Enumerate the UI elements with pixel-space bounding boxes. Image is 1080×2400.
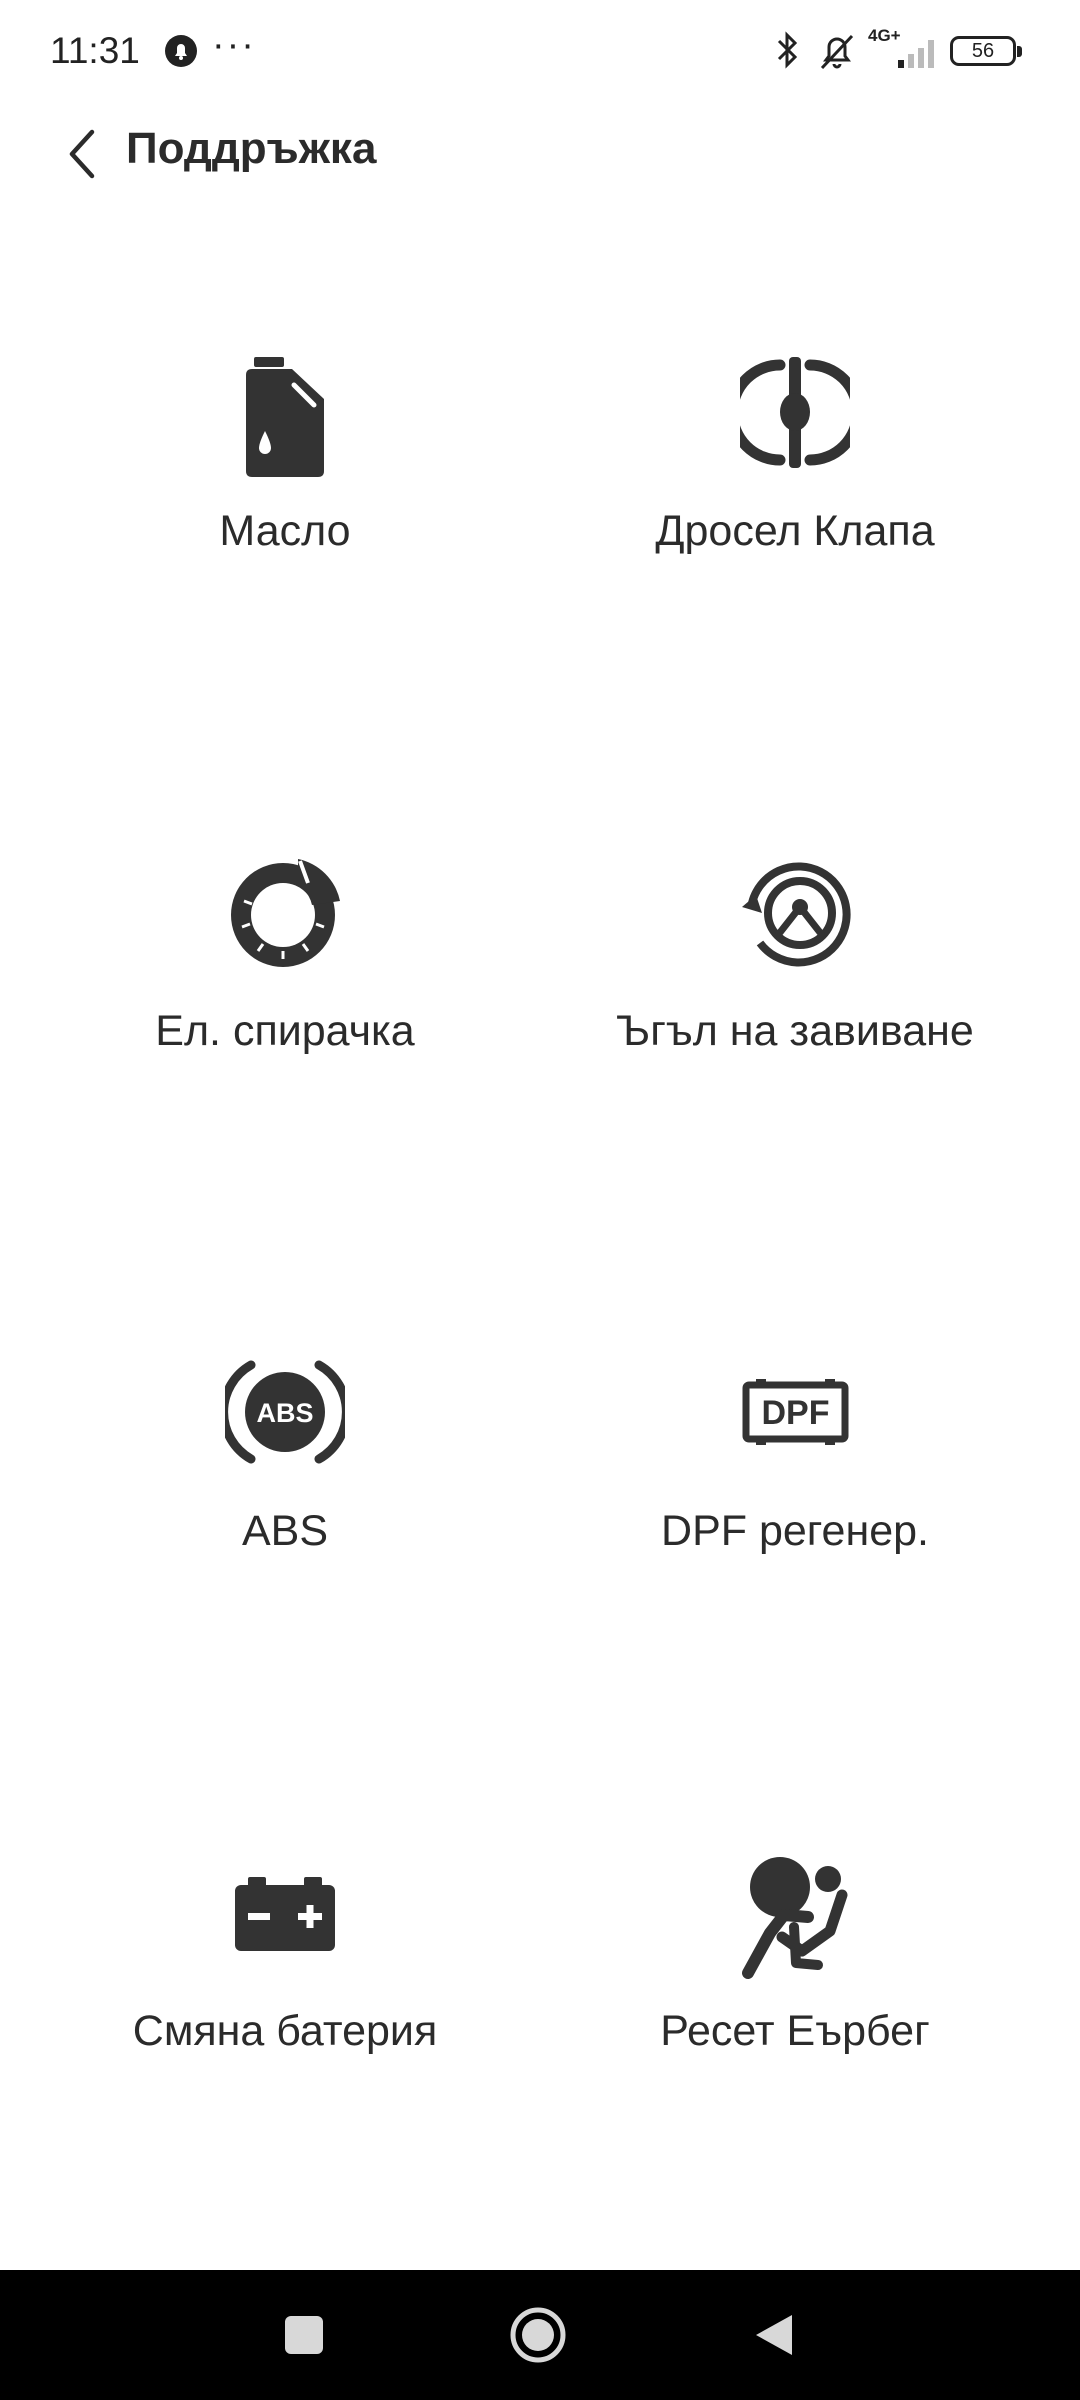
tile-airbag-reset[interactable]: Ресет Еърбег [560, 1855, 1030, 2155]
tile-label: Ресет Еърбег [660, 2007, 930, 2055]
tile-label: Ел. спирачка [155, 1007, 415, 1055]
electric-brake-icon [230, 859, 340, 967]
airbag-icon [741, 1857, 847, 1979]
home-circle-icon[interactable] [508, 2305, 568, 2365]
battery-icon [235, 1877, 335, 1951]
status-time: 11:31 [50, 30, 140, 71]
more-notifications-icon: ··· [212, 24, 256, 66]
tile-label: Дросел Клапа [655, 507, 935, 555]
tile-label: Смяна батерия [132, 2007, 438, 2055]
tile-label: ABS [241, 1507, 329, 1555]
back-triangle-icon[interactable] [744, 2305, 804, 2365]
throttle-valve-icon [740, 357, 850, 468]
tile-oil[interactable]: Масло [50, 355, 520, 655]
svg-text:ABS: ABS [256, 1398, 313, 1428]
tile-electric-brake[interactable]: Ел. спирачка [50, 855, 520, 1155]
tile-dpf[interactable]: DPF DPF регенер. [560, 1355, 1030, 1655]
steering-angle-icon [741, 862, 851, 967]
notification-bell-icon [165, 35, 197, 67]
abs-icon: ABS [225, 1360, 345, 1464]
recents-square-icon[interactable] [274, 2305, 334, 2365]
tile-label: Ъгъл на завиване [616, 1007, 974, 1055]
muted-bell-icon [820, 34, 854, 70]
dpf-icon: DPF [742, 1379, 848, 1445]
tile-steering-angle[interactable]: Ъгъл на завиване [560, 855, 1030, 1155]
tile-label: DPF регенер. [661, 1507, 929, 1555]
system-nav-bar [0, 2270, 1080, 2400]
back-arrow-icon[interactable] [62, 126, 102, 182]
cellular-signal-icon: 4G+ [868, 26, 948, 72]
svg-text:DPF: DPF [761, 1394, 829, 1432]
tile-abs[interactable]: ABS ABS [50, 1355, 520, 1655]
battery-indicator: 56 [950, 36, 1022, 66]
oil-can-icon [246, 357, 324, 477]
app-header: Поддръжка [0, 110, 1080, 190]
tile-battery-change[interactable]: Смяна батерия [50, 1855, 520, 2155]
status-bar: 11:31 ··· 4G+ 56 [0, 0, 1080, 110]
bluetooth-icon [777, 31, 798, 69]
tile-throttle[interactable]: Дросел Клапа [560, 355, 1030, 655]
tile-label: Масло [219, 507, 351, 555]
page-title: Поддръжка [126, 124, 377, 173]
battery-level: 56 [971, 40, 995, 62]
